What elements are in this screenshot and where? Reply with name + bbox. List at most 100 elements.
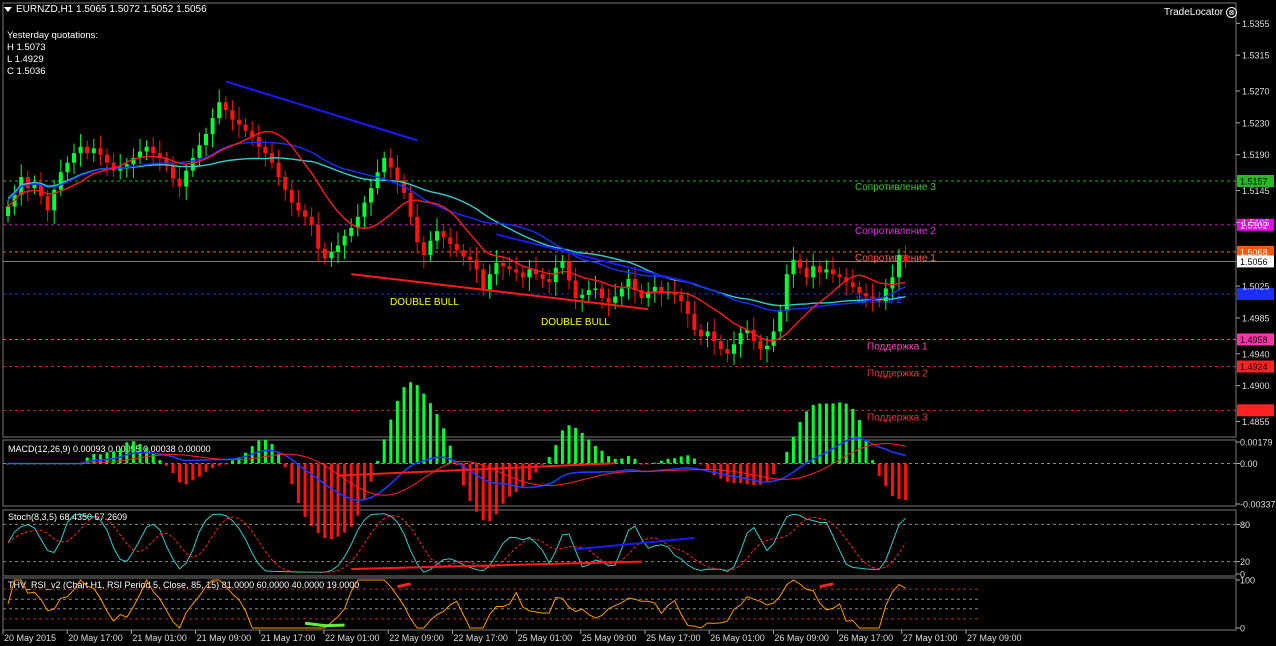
rsi-oversold-highlight (304, 621, 345, 628)
candle-body (6, 206, 10, 217)
price-tick-label: 1.5315 (1242, 51, 1270, 61)
close-circle-icon[interactable]: ⊗ (1226, 6, 1238, 18)
candle-body (831, 269, 835, 275)
support-1-label: Поддержка 1 (867, 341, 928, 352)
candle-body (276, 162, 281, 177)
macd-hist-bar (620, 458, 624, 464)
candle-body (580, 294, 585, 299)
candle-body (474, 259, 479, 270)
candle-body (243, 124, 248, 131)
candle-body (732, 344, 736, 354)
candle-body (481, 269, 486, 291)
macd-label: MACD(12,26,9) 0.00093 0.00055 0.00038 0.… (8, 444, 211, 454)
time-tick-label: 25 May 09:00 (582, 633, 637, 643)
macd-hist-bar (686, 455, 690, 464)
macd-hist-bar (666, 458, 670, 464)
candle-body (78, 146, 83, 154)
price-tick-label: 1.5355 (1242, 19, 1270, 29)
macd-hist-bar (263, 439, 267, 464)
price-tick-label: 1.4900 (1242, 381, 1270, 391)
tradelocator-label: TradeLocator (1164, 6, 1224, 18)
candle-body (316, 224, 321, 249)
macd-hist-bar (640, 463, 644, 465)
macd-hist-bar (415, 385, 419, 464)
macd-hist-bar (283, 463, 287, 468)
price-tick-label: 1.5105 (1242, 218, 1270, 228)
yesterday-close: C 1.5036 (7, 66, 46, 77)
tradelocator-button[interactable]: TradeLocator ⊗ (1164, 4, 1238, 20)
candle-body (85, 146, 90, 154)
macd-hist-bar (244, 452, 248, 464)
candle-body (817, 266, 822, 273)
macd-hist-bar (646, 463, 650, 465)
macd-hist-bar (851, 408, 855, 464)
candle-body (586, 290, 591, 295)
candle-body (850, 282, 855, 287)
time-tick-label: 22 May 01:00 (325, 633, 380, 643)
candle-body (441, 231, 446, 238)
price-tick-label: 1.4855 (1242, 417, 1270, 427)
time-tick-label: 26 May 17:00 (839, 633, 894, 643)
candle-body (870, 296, 875, 299)
macd-hist-bar (587, 439, 591, 464)
candle-body (435, 231, 439, 241)
candle-body (336, 245, 340, 252)
rsi-tick-label: 0 (1240, 624, 1245, 634)
stoch-k-line (7, 513, 906, 573)
macd-hist-bar (158, 460, 162, 464)
macd-hist-bar (871, 460, 875, 464)
support-1-badge-text: 1.4958 (1240, 335, 1268, 345)
macd-hist-bar (772, 463, 776, 475)
macd-hist-bar (824, 403, 828, 464)
macd-hist-bar (904, 463, 908, 500)
candle-body (804, 267, 809, 278)
candle-body (144, 146, 149, 152)
candle-body (791, 259, 796, 275)
macd-hist-bar (184, 463, 188, 485)
yesterday-high: H 1.5073 (7, 42, 46, 53)
candle-body (903, 255, 908, 262)
candle-body (111, 162, 116, 171)
time-tick-label: 26 May 09:00 (774, 633, 829, 643)
macd-hist-bar (171, 463, 175, 474)
macd-hist-bar (739, 463, 743, 484)
macd-hist-bar (178, 463, 182, 483)
price-tick-label: 1.5025 (1242, 282, 1270, 292)
macd-hist-bar (316, 463, 320, 534)
candle-body (864, 293, 868, 297)
candle-body (699, 329, 703, 337)
time-tick-label: 20 May 17:00 (68, 633, 123, 643)
macd-hist-bar (217, 463, 221, 466)
yesterday-label: Yesterday quotations: (7, 30, 99, 41)
candle-body (382, 157, 387, 173)
stoch-panel (2, 509, 1237, 577)
rsi-tick-label: 100 (1240, 576, 1255, 586)
resistance-3-label: Сопротивление 3 (855, 182, 936, 193)
candle-body (758, 341, 763, 349)
candle-body (507, 266, 512, 270)
candle-body (177, 178, 182, 187)
macd-hist-bar (778, 463, 782, 465)
macd-hist-bar (92, 453, 96, 464)
macd-hist-bar (890, 463, 894, 496)
candle-body (210, 118, 215, 134)
stoch-label: Stoch(8,3,5) 68.4350 57.2609 (8, 512, 127, 522)
candle-body (32, 184, 37, 189)
macd-hist-bar (428, 403, 432, 464)
chart-canvas: Сопротивление 3 1.5157 Сопротивление 2 1.51… (2, 2, 1276, 643)
macd-hist-bar (435, 414, 439, 464)
macd-hist-bar (197, 463, 201, 477)
candle-body (487, 274, 492, 291)
macd-hist-bar (593, 446, 597, 464)
candle-body (540, 274, 545, 279)
candle-body (263, 146, 268, 154)
candle-body (223, 102, 228, 111)
time-tick-label: 27 May 01:00 (903, 633, 958, 643)
macd-hist-bar (692, 458, 696, 464)
macd-hist-bar (323, 463, 327, 539)
macd-hist-bar (422, 393, 426, 464)
macd-hist-bar (389, 419, 393, 464)
stoch-tick-label: 80 (1240, 520, 1250, 530)
chevron-down-icon[interactable] (4, 7, 12, 12)
candle-body (501, 263, 505, 267)
